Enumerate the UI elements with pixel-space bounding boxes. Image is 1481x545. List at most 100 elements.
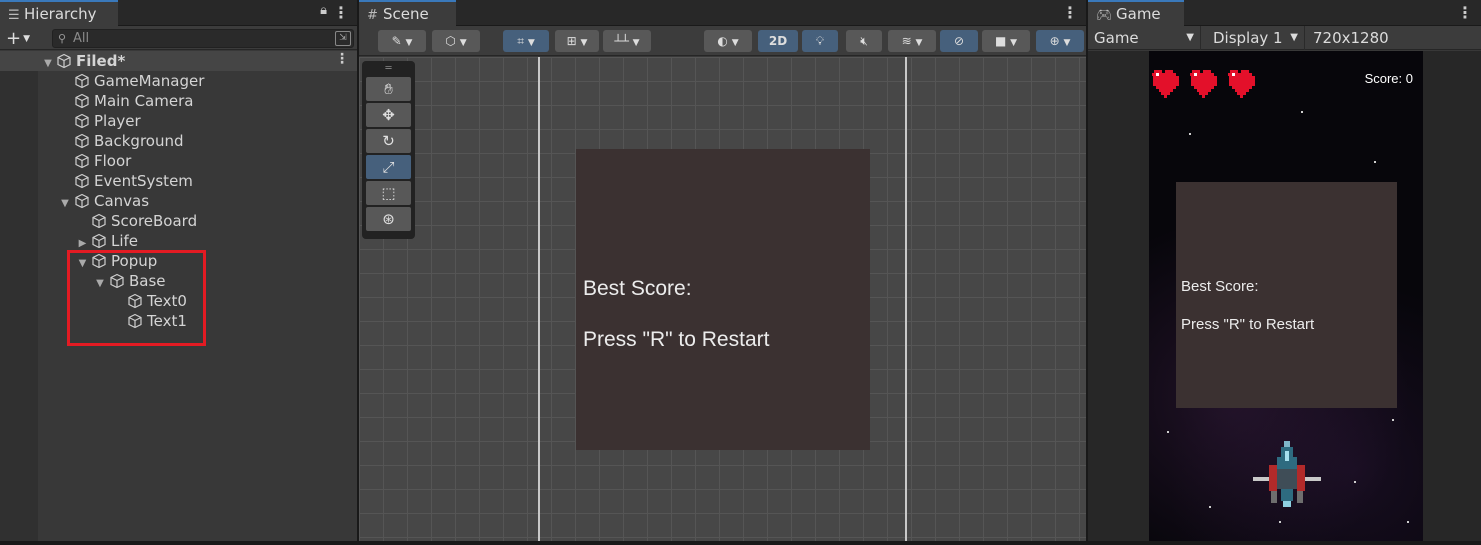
list-item[interactable]: ScoreBoard	[91, 211, 197, 231]
chevron-down-icon: ▼	[1063, 38, 1071, 48]
scene-toolbar: ✎ ▼ ⬡ ▼ ⌗ ▼ ⊞ ▼ ┴┴ ▼ ◐ ▼ 2D 💡︎ 🔇︎ ≋ ▼ ⊘ …	[359, 26, 1086, 56]
grid-icon: #	[367, 8, 378, 23]
gameobject-icon	[75, 73, 89, 89]
transform-icon: ⊛	[382, 210, 395, 228]
restart-text: Press "R" to Restart	[583, 328, 770, 351]
game-screen: Score: 0 Best Score: Press "R" to Restar…	[1149, 51, 1423, 541]
game-popup-panel: Best Score: Press "R" to Restart	[1176, 182, 1397, 408]
chevron-down-icon: ▼	[580, 38, 588, 48]
tab-scene[interactable]: # Scene	[359, 0, 456, 26]
hierarchy-panel: ☰ Hierarchy 🔒︎ ⋮ + ▼ ⚲ All ⇲ ▼ Filed* ⋮ Gam…	[0, 0, 357, 541]
scene-viewport[interactable]: Best Score: Press "R" to Restart ═ ✋︎ ✥ …	[359, 57, 1086, 541]
scene-root-row[interactable]: ▼ Filed* ⋮	[0, 51, 357, 71]
increment-snap-button[interactable]: ⊞ ▼	[555, 30, 599, 52]
lighting-toggle-button[interactable]: 💡︎	[802, 30, 838, 52]
gameobject-icon	[75, 93, 89, 109]
rect-icon: ⬚	[381, 184, 396, 202]
camera-settings-button[interactable]: ■ ▼	[982, 30, 1030, 52]
chevron-down-icon: ▼	[1010, 38, 1018, 48]
transform-tool-button[interactable]: ⊛	[366, 207, 411, 231]
list-item[interactable]: Main Camera	[74, 91, 193, 111]
score-text: Score: 0	[1364, 71, 1413, 86]
transform-tools-overlay: ═ ✋︎ ✥ ↻ ⤢ ⬚ ⊛	[362, 61, 415, 239]
effects-toggle-button[interactable]: ≋ ▼	[888, 30, 936, 52]
chevron-down-icon: ▼	[1186, 32, 1194, 43]
move-tool-button[interactable]: ✥	[366, 103, 411, 127]
rotate-tool-button[interactable]: ↻	[366, 129, 411, 153]
scene-menu-icon[interactable]: ⋮	[1062, 3, 1078, 22]
hierarchy-toolbar: + ▼ ⚲ All ⇲	[0, 26, 357, 50]
expand-arrow-icon[interactable]: ▼	[40, 54, 56, 74]
hidden-eye-icon: ⊘	[953, 34, 965, 48]
lock-icon[interactable]: 🔒︎	[320, 3, 327, 18]
scale-icon: ⤢	[382, 158, 395, 176]
hierarchy-menu-icon[interactable]: ⋮	[333, 3, 349, 22]
add-object-button[interactable]: + ▼	[6, 28, 30, 49]
gizmo-icon: ⊕	[1049, 34, 1060, 48]
hierarchy-search-input[interactable]: ⚲ All ⇲	[52, 29, 354, 48]
visibility-toggle-button[interactable]: ⊘	[940, 30, 978, 52]
drag-handle-icon[interactable]: ═	[366, 64, 411, 75]
hand-icon: ✋︎	[384, 80, 393, 98]
move-icon: ✥	[382, 106, 395, 124]
search-filter-icon[interactable]: ⇲	[335, 31, 351, 46]
tab-game[interactable]: 🎮︎ Game	[1088, 0, 1184, 26]
list-item[interactable]: Floor	[74, 151, 131, 171]
chevron-down-icon: ▼	[632, 38, 640, 48]
unity-scene-icon	[57, 53, 71, 69]
game-panel: 🎮︎ Game ⋮ Game ▼ Display 1 ▼ 720x1280 Score…	[1088, 0, 1481, 541]
hierarchy-tabbar: ☰ Hierarchy 🔒︎ ⋮	[0, 0, 357, 26]
scene-popup-panel[interactable]: Best Score: Press "R" to Restart	[576, 149, 870, 450]
layers-icon: ≋	[901, 34, 912, 48]
tab-hierarchy[interactable]: ☰ Hierarchy	[0, 0, 118, 26]
snap-icon: ⊞	[566, 34, 577, 48]
chevron-down-icon: ▼	[1290, 32, 1298, 43]
audio-toggle-button[interactable]: 🔇︎	[846, 30, 882, 52]
gameobject-icon	[75, 113, 89, 129]
view-dropdown[interactable]: Game ▼	[1088, 26, 1201, 50]
scale-tool-button[interactable]: ⤢	[366, 155, 411, 179]
player-spaceship-icon	[1253, 441, 1321, 507]
hierarchy-gutter	[0, 51, 38, 541]
grid-snap-button[interactable]: ⌗ ▼	[503, 30, 549, 52]
chevron-down-icon: ▼	[405, 38, 413, 48]
chevron-down-icon: ▼	[731, 38, 739, 48]
gameobject-icon	[75, 193, 89, 209]
expand-arrow-icon[interactable]: ▼	[56, 194, 74, 214]
cube-icon: ⬡	[445, 34, 456, 48]
list-item[interactable]: ▶ Life	[74, 231, 138, 251]
list-item[interactable]: EventSystem	[74, 171, 193, 191]
toggle-2d-button[interactable]: 2D	[758, 30, 798, 52]
scene-panel: # Scene ⋮ ✎ ▼ ⬡ ▼ ⌗ ▼ ⊞ ▼ ┴┴ ▼ ◐ ▼ 2D 💡︎ …	[359, 0, 1086, 541]
restart-text: Press "R" to Restart	[1181, 316, 1315, 333]
rotate-icon: ↻	[382, 132, 395, 150]
list-item[interactable]: Background	[74, 131, 184, 151]
audio-mute-icon: 🔇︎	[860, 34, 868, 48]
resolution-dropdown[interactable]: 720x1280	[1307, 26, 1481, 50]
heart-icon	[1152, 70, 1179, 98]
game-menu-icon[interactable]: ⋮	[1457, 3, 1473, 22]
canvas-boundary-line	[538, 57, 540, 541]
display-dropdown[interactable]: Display 1 ▼	[1207, 26, 1305, 50]
ruler-snap-button[interactable]: ┴┴ ▼	[603, 30, 651, 52]
draw-mode-button[interactable]: ⬡ ▼	[432, 30, 480, 52]
shading-mode-button[interactable]: ✎ ▼	[378, 30, 426, 52]
game-viewport[interactable]: Score: 0 Best Score: Press "R" to Restar…	[1088, 51, 1481, 541]
rect-tool-button[interactable]: ⬚	[366, 181, 411, 205]
canvas-boundary-line	[905, 57, 907, 541]
scene-view-mode-button[interactable]: ◐ ▼	[704, 30, 752, 52]
list-item[interactable]: ▼ Canvas	[56, 191, 149, 211]
chevron-down-icon: ▼	[527, 38, 535, 48]
hand-tool-button[interactable]: ✋︎	[366, 77, 411, 101]
heart-icon	[1228, 70, 1255, 98]
gizmos-button[interactable]: ⊕ ▼	[1036, 30, 1084, 52]
search-icon: ⚲	[58, 32, 67, 45]
chevron-down-icon: ▼	[459, 38, 467, 48]
camera-icon: ■	[994, 34, 1007, 48]
ruler-icon: ┴┴	[614, 34, 629, 48]
gameobject-icon	[92, 233, 106, 249]
list-item[interactable]: GameManager	[74, 71, 204, 91]
list-item[interactable]: Player	[74, 111, 141, 131]
scene-tabbar: # Scene ⋮	[359, 0, 1086, 26]
scene-menu-icon[interactable]: ⋮	[335, 51, 349, 67]
